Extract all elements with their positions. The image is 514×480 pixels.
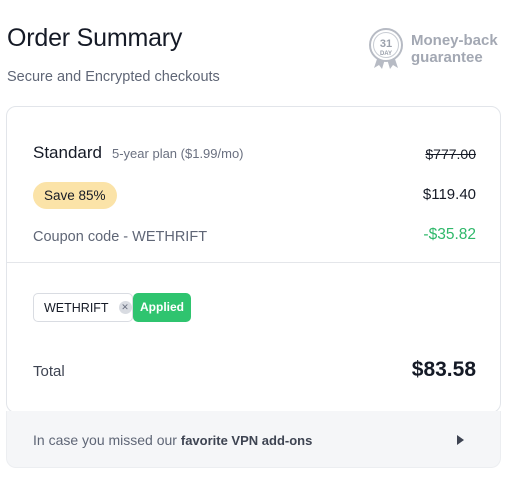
addons-text: In case you missed our favorite VPN add-…	[33, 432, 312, 448]
addons-text-prefix: In case you missed our	[33, 432, 181, 448]
remove-coupon-icon[interactable]: ✕	[118, 301, 132, 314]
coupon-code: WETHRIFT	[44, 300, 109, 315]
medal-day-label: DAY	[380, 51, 392, 57]
plan-row: Standard 5-year plan ($1.99/mo)	[33, 143, 244, 163]
original-price: $777.00	[425, 146, 476, 162]
medal-days: 31	[380, 38, 392, 50]
plan-price: $119.40	[422, 186, 476, 203]
total-label: Total	[33, 363, 65, 380]
addons-text-bold: favorite VPN add-ons	[180, 433, 313, 448]
order-summary-card: Standard 5-year plan ($1.99/mo) $777.00 …	[6, 106, 501, 413]
vpn-addons-link[interactable]: In case you missed our favorite VPN add-…	[6, 411, 501, 468]
plan-description: 5-year plan ($1.99/mo)	[112, 146, 244, 161]
money-back-guarantee: 31 DAY Money-back guarantee	[368, 28, 498, 70]
save-badge: Save 85%	[33, 182, 117, 209]
coupon-discount: -$35.82	[423, 226, 476, 243]
divider	[7, 262, 500, 263]
applied-badge: Applied	[133, 293, 191, 322]
page-subtitle: Secure and Encrypted checkouts	[7, 69, 220, 85]
guarantee-label-line2: guarantee	[411, 49, 483, 66]
caret-right-icon	[457, 435, 464, 445]
guarantee-label-line1: Money-back	[411, 32, 498, 49]
total-amount: $83.58	[411, 358, 476, 381]
page-title: Order Summary	[7, 24, 183, 52]
coupon-chip: WETHRIFT ✕	[33, 293, 133, 322]
medal-icon: 31 DAY	[369, 28, 403, 69]
coupon-label: Coupon code - WETHRIFT	[33, 229, 208, 245]
plan-name: Standard	[33, 143, 102, 162]
